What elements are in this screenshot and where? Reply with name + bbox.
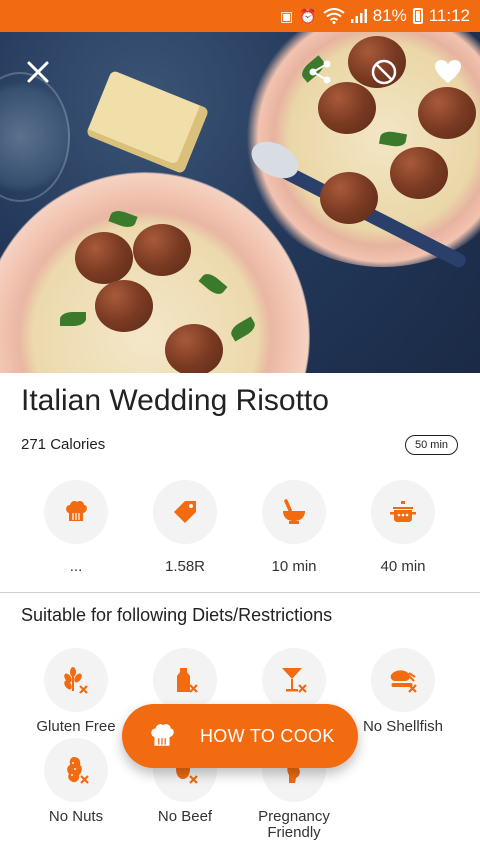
- signal-icon: [350, 9, 367, 23]
- favorite-button[interactable]: [428, 52, 468, 92]
- block-button[interactable]: [364, 52, 404, 92]
- diet-label: No Shellfish: [362, 718, 444, 735]
- cheese-wedge: [85, 69, 210, 175]
- stat-circle: [153, 480, 217, 544]
- heart-icon: [435, 60, 461, 83]
- diet-circle: [371, 648, 435, 712]
- status-bar: ▣ ⏰ 81% 11:12: [0, 0, 480, 32]
- cooking-pot-icon: [390, 501, 416, 522]
- gluten-free-icon: [64, 667, 88, 694]
- no-dairy-icon: [177, 668, 198, 693]
- stat-price: 1.58R: [130, 480, 240, 575]
- status-time: 11:12: [428, 6, 470, 25]
- how-to-cook-label: HOW TO COOK: [200, 725, 335, 746]
- diet-label: No Nuts: [48, 808, 104, 825]
- no-nuts-icon: [67, 757, 89, 784]
- block-icon: [371, 59, 397, 85]
- meatball: [75, 232, 133, 284]
- meatball: [418, 87, 476, 139]
- chef-hat-icon: [66, 501, 87, 521]
- price-tag-icon: [174, 501, 196, 523]
- wifi-icon: [323, 8, 345, 24]
- recipe-hero-image: [0, 32, 480, 373]
- diet-circle: [262, 648, 326, 712]
- chef-hat-icon: [151, 724, 174, 746]
- stat-label: ...: [69, 558, 83, 575]
- close-icon: [27, 61, 49, 83]
- diet-circle: [153, 648, 217, 712]
- diet-label: No Beef: [157, 808, 213, 825]
- battery-percent: 81%: [372, 6, 407, 25]
- diet-gluten-free: Gluten Free: [21, 648, 131, 735]
- total-time-badge: 50 min: [405, 435, 459, 455]
- stat-cook-time: 40 min: [348, 480, 458, 575]
- spinach-leaf: [60, 312, 86, 326]
- diet-no-nuts: No Nuts: [21, 738, 131, 825]
- stat-circle: [44, 480, 108, 544]
- calories-label: 271 Calories: [21, 436, 106, 453]
- stat-prep-time: 10 min: [239, 480, 349, 575]
- diet-label: Pregnancy Friendly: [258, 808, 330, 841]
- share-button[interactable]: [300, 52, 340, 92]
- close-button[interactable]: [18, 52, 58, 92]
- stat-circle: [262, 480, 326, 544]
- mortar-pestle-icon: [283, 499, 305, 524]
- alarm-icon: ⏰: [299, 7, 317, 24]
- meatball: [320, 172, 378, 224]
- diet-circle: [44, 648, 108, 712]
- notification-icon: ▣: [280, 7, 294, 24]
- meatball: [165, 324, 223, 373]
- stat-circle: [371, 480, 435, 544]
- meatball: [95, 280, 153, 332]
- no-alcohol-icon: [282, 668, 307, 693]
- divider: [0, 592, 480, 593]
- meatball: [133, 224, 191, 276]
- meatball: [390, 147, 448, 199]
- no-shellfish-icon: [390, 670, 417, 693]
- recipe-title: Italian Wedding Risotto: [21, 384, 329, 417]
- stat-label: 10 min: [271, 558, 317, 575]
- stat-label: 1.58R: [164, 558, 206, 575]
- diet-circle: [44, 738, 108, 802]
- diet-label: Gluten Free: [36, 718, 116, 735]
- battery-icon: [412, 8, 423, 24]
- how-to-cook-button[interactable]: HOW TO COOK: [122, 704, 358, 768]
- share-icon: [309, 60, 331, 84]
- stat-label: 40 min: [380, 558, 426, 575]
- diet-no-shellfish: No Shellfish: [348, 648, 458, 735]
- stat-difficulty: ...: [21, 480, 131, 575]
- diets-heading: Suitable for following Diets/Restriction…: [21, 605, 333, 625]
